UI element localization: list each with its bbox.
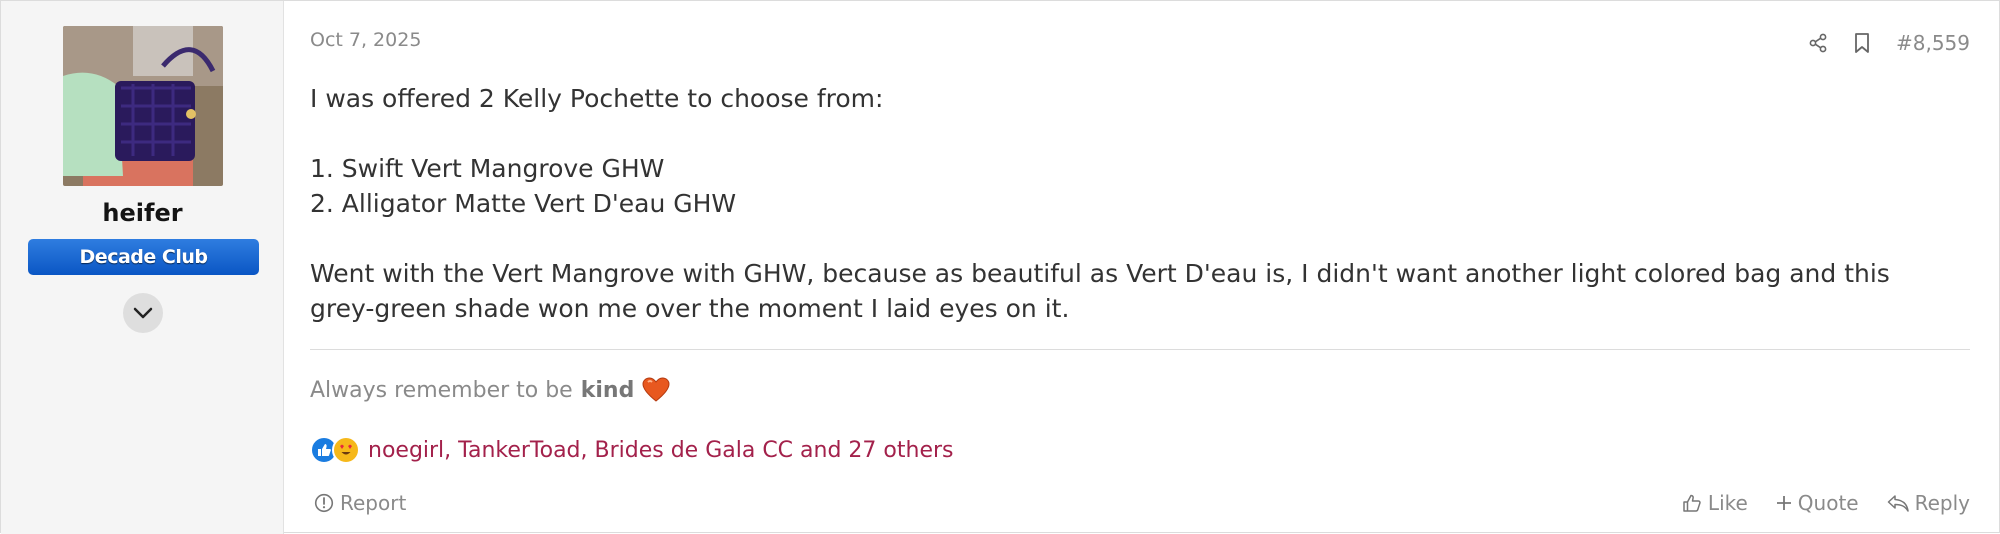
- post-main: Oct 7, 2025 #8,559 I was offered 2 Kelly…: [284, 1, 1999, 532]
- post-top-actions: #8,559: [1808, 31, 1970, 55]
- warning-circle-icon: [314, 493, 334, 513]
- user-sidebar: heifer Decade Club: [1, 1, 284, 534]
- reply-arrow-icon: [1887, 495, 1909, 512]
- reply-label: Reply: [1914, 491, 1970, 515]
- reply-button[interactable]: Reply: [1887, 491, 1970, 515]
- bookmark-button[interactable]: [1854, 32, 1870, 54]
- forum-post: heifer Decade Club Oct 7, 2025 #8,559 I …: [0, 0, 2000, 534]
- share-button[interactable]: [1808, 33, 1828, 53]
- body-line: Went with the Vert Mangrove with GHW, be…: [310, 259, 1890, 288]
- signature: Always remember to be kind: [310, 377, 670, 403]
- post-date[interactable]: Oct 7, 2025: [310, 29, 421, 51]
- body-list-item: 2. Alligator Matte Vert D'eau GHW: [310, 189, 737, 218]
- post-body: I was offered 2 Kelly Pochette to choose…: [310, 81, 1970, 326]
- expand-user-info-button[interactable]: [123, 293, 163, 333]
- reactions-bar[interactable]: noegirl, TankerToad, Brides de Gala CC a…: [310, 436, 953, 464]
- heart-icon: [642, 377, 670, 403]
- post-number-link[interactable]: #8,559: [1896, 31, 1970, 55]
- username[interactable]: heifer: [1, 199, 284, 227]
- reactions-text[interactable]: noegirl, TankerToad, Brides de Gala CC a…: [368, 438, 953, 463]
- signature-divider: [310, 349, 1970, 350]
- quote-button[interactable]: Quote: [1776, 491, 1859, 515]
- signature-bold: kind: [580, 377, 635, 403]
- body-line: I was offered 2 Kelly Pochette to choose…: [310, 84, 884, 113]
- body-line: grey-green shade won me over the moment …: [310, 294, 1070, 323]
- bookmark-icon: [1855, 33, 1869, 53]
- body-list-item: 1. Swift Vert Mangrove GHW: [310, 154, 665, 183]
- post-footer-actions: Like Quote Reply: [1682, 491, 1970, 515]
- quote-label: Quote: [1797, 491, 1859, 515]
- like-button[interactable]: Like: [1682, 491, 1748, 515]
- avatar[interactable]: [63, 26, 223, 186]
- signature-text: Always remember to be: [310, 377, 573, 403]
- like-label: Like: [1707, 491, 1748, 515]
- love-reaction-icon: [332, 436, 360, 464]
- user-badge: Decade Club: [28, 239, 259, 275]
- plus-icon: [1776, 496, 1791, 510]
- thumbs-up-icon: [1683, 494, 1701, 512]
- report-button[interactable]: Report: [314, 491, 406, 515]
- report-label: Report: [340, 491, 407, 515]
- chevron-down-icon: [133, 307, 153, 319]
- reaction-icons: [310, 436, 360, 464]
- share-icon: [1809, 33, 1827, 53]
